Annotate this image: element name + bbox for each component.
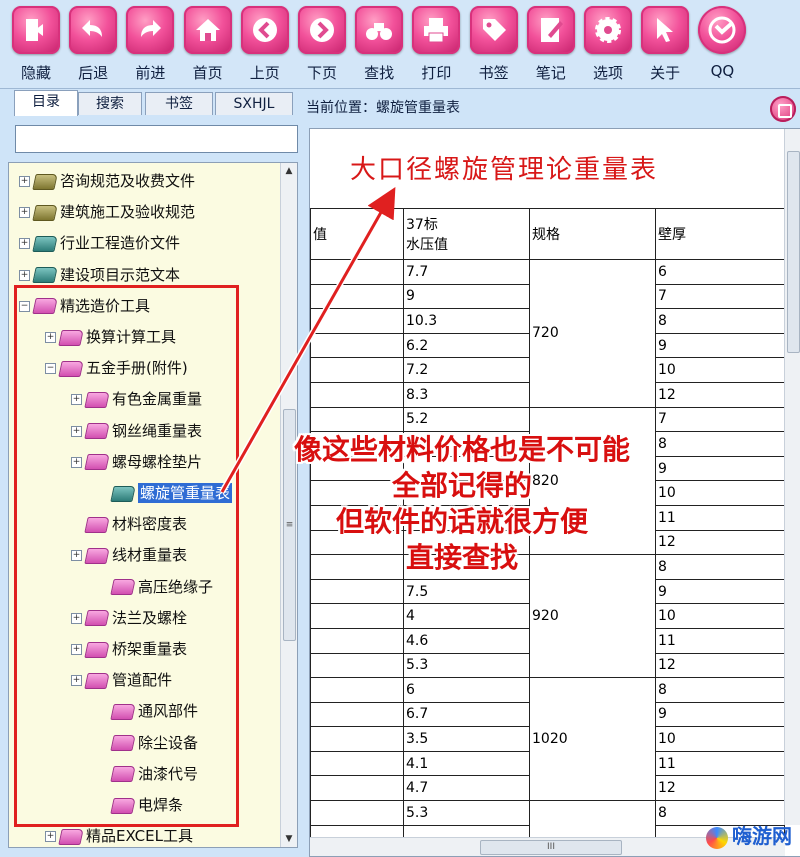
annotation-arrow	[219, 186, 396, 494]
watermark-text: 嗨游网	[732, 824, 792, 848]
annotation-line: 全部记得的	[391, 469, 532, 502]
annotation-line: 但软件的话就很方便	[335, 505, 588, 538]
annotation-line: 直接查找	[405, 541, 518, 574]
annotation-line: 像这些材料价格也是不可能	[293, 433, 630, 466]
watermark-logo-icon	[706, 826, 728, 849]
watermark: 嗨游网	[706, 820, 792, 849]
annotation-text: 像这些材料价格也是不可能 全部记得的 但软件的话就很方便 直接查找	[262, 432, 662, 576]
